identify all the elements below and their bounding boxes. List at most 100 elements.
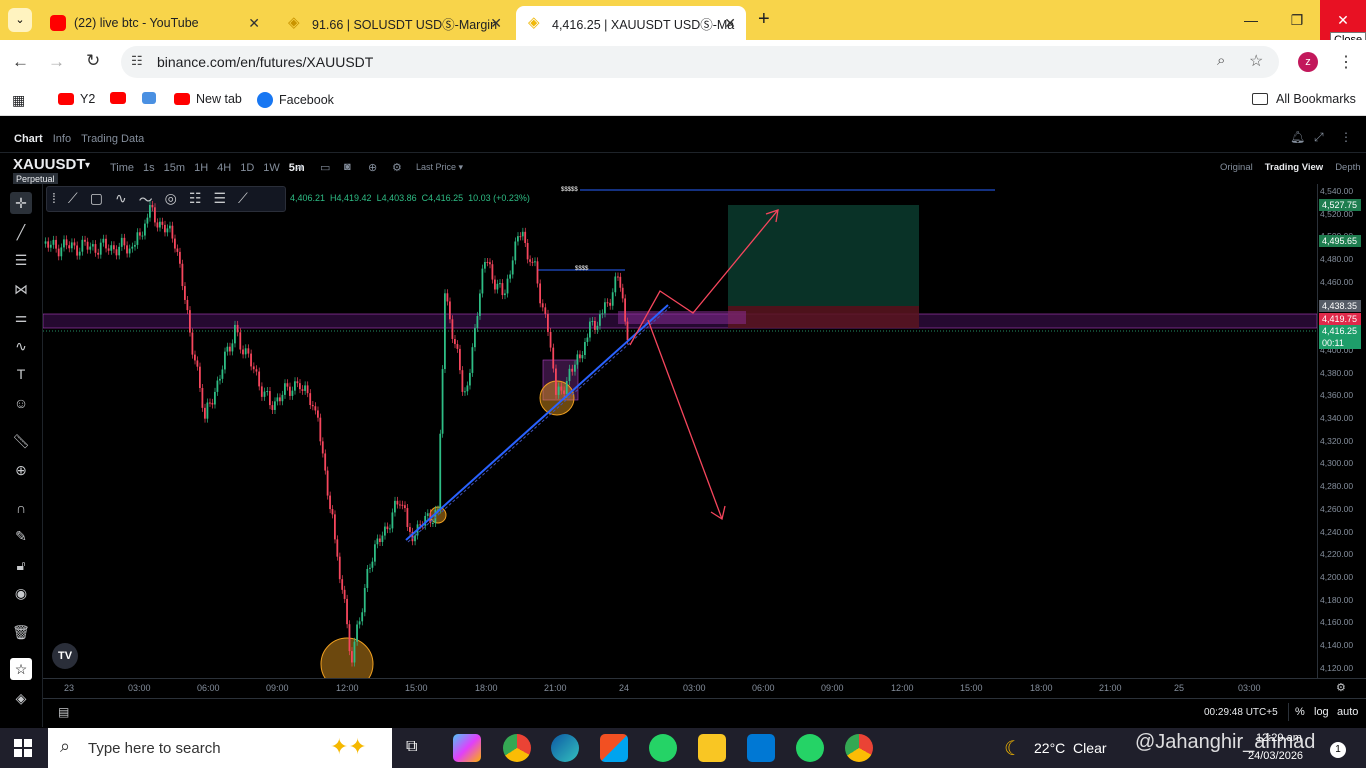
interval-1h[interactable]: 1H [194, 162, 208, 174]
chrome-icon[interactable] [503, 734, 531, 762]
eye-icon[interactable]: ◉ [10, 582, 32, 604]
candle-body [279, 397, 281, 402]
candle-body [219, 378, 221, 381]
minimize-button[interactable]: — [1228, 0, 1274, 40]
lock-drawing-icon[interactable]: ✎ [10, 525, 32, 547]
view-tradingview[interactable]: Trading View [1265, 162, 1323, 173]
auto-toggle[interactable]: auto [1337, 706, 1358, 718]
view-original[interactable]: Original [1220, 162, 1253, 173]
view-depth[interactable]: Depth [1335, 162, 1360, 173]
task-view-icon[interactable]: ⧉ [406, 738, 417, 756]
clock-date[interactable]: 24/03/2026 [1248, 750, 1303, 762]
tab-close-icon[interactable]: ✕ [724, 15, 736, 32]
tab-xauusdt[interactable]: ◈ 4,416.25 | XAUUSDT USDⓈ-Ma ✕ [516, 6, 746, 40]
layers-icon[interactable]: ◈ [10, 687, 32, 709]
interval-1d[interactable]: 1D [240, 162, 254, 174]
axis-settings-icon[interactable]: ⚙ [1336, 681, 1346, 694]
forward-icon[interactable]: → [48, 52, 65, 72]
whatsapp-2-icon[interactable] [796, 734, 824, 762]
windows-start-icon[interactable] [14, 739, 32, 757]
text-icon[interactable]: T [10, 363, 32, 385]
fib-icon[interactable]: ⚌ [10, 306, 32, 328]
bookmark-star-icon[interactable]: ☆ [1249, 51, 1263, 71]
add-icon[interactable]: ⊕ [368, 161, 377, 174]
tab-close-icon[interactable]: ✕ [248, 15, 260, 32]
omnibox[interactable]: ☷ binance.com/en/futures/XAUUSDT ⌕ ☆ [121, 46, 1279, 78]
bookmark-app[interactable] [142, 92, 162, 104]
zoom-icon[interactable]: ⌕ [1217, 52, 1225, 69]
emoji-icon[interactable]: ☺ [10, 392, 32, 414]
level-marker-mid: $$$$ [575, 266, 589, 272]
last-price-tag: 4,416.25 [1319, 325, 1361, 337]
more-icon[interactable]: ⋮ [1340, 130, 1352, 144]
bookmark-facebook[interactable]: Facebook [257, 92, 334, 108]
tab-trading-data[interactable]: Trading Data [81, 133, 144, 145]
interval-1s[interactable]: 1s [143, 162, 155, 174]
symbol-name[interactable]: XAUUSDT [13, 156, 86, 173]
chrome-2-icon[interactable] [845, 734, 873, 762]
interval-15m[interactable]: 15m [164, 162, 185, 174]
bookmark-youtube[interactable] [110, 92, 132, 104]
ruler-icon[interactable]: 📏︎ [10, 430, 32, 452]
favorite-star-icon[interactable]: ☆ [10, 658, 32, 680]
percent-toggle[interactable]: % [1295, 706, 1305, 718]
candle-body [131, 246, 134, 249]
profile-avatar[interactable]: z [1298, 52, 1318, 72]
binance-icon: ◈ [528, 14, 540, 31]
symbol-dropdown-icon[interactable]: ▾ [85, 160, 90, 171]
tab-youtube[interactable]: (22) live btc - YouTube ✕ [38, 6, 270, 40]
bookmark-new-tab[interactable]: New tab [174, 92, 242, 106]
outlook-icon[interactable] [747, 734, 775, 762]
interval-4h[interactable]: 4H [217, 162, 231, 174]
new-tab-button[interactable]: + [758, 8, 770, 31]
settings-icon[interactable]: ⚙ [392, 161, 402, 174]
weather-text[interactable]: 22°C Clear [1034, 740, 1107, 756]
pattern-icon[interactable]: ⋈ [10, 278, 32, 300]
store-icon[interactable] [600, 734, 628, 762]
copilot-icon[interactable] [453, 734, 481, 762]
file-explorer-icon[interactable] [698, 734, 726, 762]
expand-icon[interactable]: ⤢ [1314, 130, 1324, 145]
clock-time[interactable]: 12:29 am [1256, 732, 1302, 744]
notification-icon[interactable]: 1 [1330, 742, 1346, 758]
candle-body [363, 587, 366, 613]
reload-icon[interactable]: ↻ [86, 51, 100, 71]
tab-solusdt[interactable]: ◈ 91.66 | SOLUSDT USDⓈ-Margin ✕ [276, 6, 512, 40]
camera-icon[interactable]: ◙ [344, 161, 351, 173]
interval-time[interactable]: Time [110, 162, 134, 174]
utc-clock[interactable]: 00:29:48 UTC+5 [1204, 707, 1278, 718]
tab-search-button[interactable]: ⌄ [8, 8, 32, 32]
lock-icon[interactable]: 🔓︎ [10, 554, 32, 576]
maximize-button[interactable]: ❐ [1274, 0, 1320, 40]
trash-icon[interactable]: 🗑︎ [10, 621, 32, 643]
zoom-in-icon[interactable]: ⊕ [10, 459, 32, 481]
browser-menu-icon[interactable]: ⋮ [1338, 52, 1354, 72]
tab-info[interactable]: Info [53, 133, 71, 145]
trend-line-icon[interactable]: ╱ [10, 221, 32, 243]
log-toggle[interactable]: log [1314, 706, 1329, 718]
tab-chart[interactable]: Chart [14, 133, 43, 145]
bookmark-y2[interactable]: Y2 [58, 92, 95, 106]
back-icon[interactable]: ← [12, 52, 29, 72]
tradingview-logo[interactable]: TV [52, 643, 78, 669]
brush-icon[interactable]: ∿ [10, 335, 32, 357]
price-source-select[interactable]: Last Price ▾ [416, 162, 463, 173]
edge-icon[interactable] [551, 734, 579, 762]
interval-1w[interactable]: 1W [263, 162, 280, 174]
whatsapp-icon[interactable] [649, 734, 677, 762]
alert-icon[interactable]: 🔔︎ [1290, 130, 1305, 144]
magnet-icon[interactable]: ∩ [10, 497, 32, 519]
tab-close-icon[interactable]: ✕ [490, 15, 502, 32]
taskbar-search-box[interactable]: ⌕ Type here to search ✦✦ [48, 728, 392, 768]
url-text[interactable]: binance.com/en/futures/XAUUSDT [157, 54, 373, 70]
indicator-icon[interactable]: ⩘ [296, 161, 302, 174]
date-range-icon[interactable]: ▤ [58, 705, 69, 719]
all-bookmarks[interactable]: All Bookmarks [1252, 92, 1356, 106]
apps-icon[interactable]: ▦ [12, 92, 25, 109]
layout-icon[interactable]: ▭ [320, 161, 330, 174]
candle-body [491, 264, 494, 280]
parallel-lines-icon[interactable]: ☰ [10, 249, 32, 271]
crosshair-icon[interactable]: ✛ [10, 192, 32, 214]
candle-body [549, 331, 552, 348]
site-info-icon[interactable]: ☷ [131, 53, 143, 69]
